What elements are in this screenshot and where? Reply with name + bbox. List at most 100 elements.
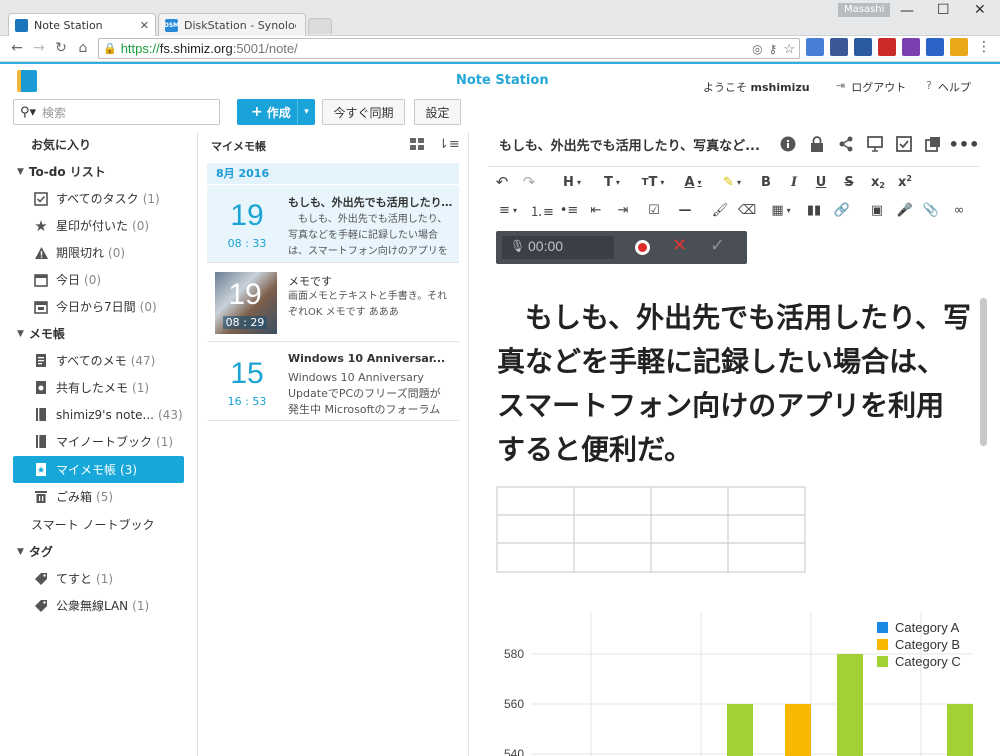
share-icon[interactable] [836, 134, 856, 154]
collapse-caret-icon[interactable]: ▼ [17, 547, 24, 557]
subscript-icon[interactable]: x2 [868, 172, 888, 192]
table-icon[interactable]: ▦ ▾ [765, 200, 797, 220]
minimize-icon[interactable]: — [900, 3, 914, 19]
create-dropdown-icon[interactable]: ▾ [297, 99, 315, 125]
profile-badge[interactable]: Masashi [838, 3, 891, 17]
sidebar-section-tags[interactable]: ▼ タグ [0, 538, 198, 565]
forward-icon[interactable]: → [30, 40, 48, 56]
link-icon[interactable]: 🔗 [833, 200, 851, 220]
chrome-menu-icon[interactable]: ⋮ [977, 40, 991, 58]
note-body[interactable]: もしも、外出先でも活用したり、写 真などを手軽に記録したい場合は、 スマートフォ… [497, 296, 977, 472]
attachment-icon[interactable]: 📎 [922, 200, 940, 220]
sidebar-item-week[interactable]: 今日から7日間 (0) [0, 293, 198, 320]
lock-note-icon[interactable] [807, 134, 827, 154]
heading-icon[interactable]: H ▾ [557, 172, 587, 192]
indent-icon[interactable]: ⇥ [614, 200, 632, 220]
note-item[interactable]: 19 08 : 33 もしも、外出先でも活用したり、... もしも、外出先でも活… [207, 185, 459, 263]
popout-icon[interactable] [923, 134, 943, 154]
sidebar-section-notebooks[interactable]: ▼ メモ帳 [0, 320, 198, 347]
location-icon[interactable]: ◎ [752, 42, 762, 56]
reload-icon[interactable]: ↻ [52, 40, 70, 56]
redo-icon[interactable]: ↷ [520, 172, 538, 192]
collapse-caret-icon[interactable]: ▼ [17, 329, 24, 339]
horizontal-rule-icon[interactable]: — [675, 200, 695, 220]
tab-note-station[interactable]: Note Station ✕ [8, 13, 156, 36]
binoculars-icon[interactable]: ∞ [949, 200, 969, 220]
chart-icon[interactable]: ▮▮ [805, 200, 823, 220]
confirm-record-icon[interactable]: ✓ [710, 235, 725, 256]
editor-scrollbar[interactable] [980, 298, 987, 446]
maximize-icon[interactable]: ☐ [937, 2, 950, 18]
sidebar-section-todo[interactable]: ▼ To-do リスト [0, 158, 198, 185]
sidebar-item-shared[interactable]: 共有したメモ (1) [0, 374, 198, 401]
numbered-list-icon[interactable]: ⒈≡ [530, 200, 554, 220]
sidebar-item-today[interactable]: 今日 (0) [0, 266, 198, 293]
logout-link[interactable]: ⇥ ログアウト [836, 79, 906, 95]
address-bar[interactable]: 🔒 https:// fs.shimiz.org :5001/note/ ◎ ⚷… [98, 38, 800, 59]
view-toggle-icon[interactable] [410, 138, 425, 150]
back-icon[interactable]: ← [8, 40, 26, 56]
gmail-ext-icon[interactable] [878, 38, 896, 56]
close-tab-icon[interactable]: ✕ [140, 19, 149, 32]
clear-format-icon[interactable]: ⌫ [738, 200, 756, 220]
checklist-icon[interactable]: ☑ [645, 200, 663, 220]
sidebar-item-trash[interactable]: ごみ箱 (5) [0, 483, 198, 510]
superscript-icon[interactable]: x2 [895, 172, 915, 192]
underline-icon[interactable]: U [812, 172, 830, 192]
font-icon[interactable]: T ▾ [597, 172, 627, 192]
sidebar-item-smart-notebook[interactable]: スマート ノートブック [0, 511, 198, 538]
create-button[interactable]: + 作成 ▾ [237, 99, 315, 125]
font-size-icon[interactable]: T T ▾ [636, 172, 670, 192]
extension-ext-icon[interactable] [950, 38, 968, 56]
bookmark-ext-icon[interactable] [854, 38, 872, 56]
more-icon[interactable]: ••• [949, 134, 980, 154]
microphone-icon[interactable]: 🎤 [896, 200, 914, 220]
bookmark-star-icon[interactable]: ☆ [783, 41, 795, 57]
outdent-icon[interactable]: ⇤ [587, 200, 605, 220]
note-item[interactable]: 19 08 : 29 メモです 画面メモとテキストと手書き。それぞれOK メモで… [207, 264, 459, 342]
note-table[interactable] [496, 486, 808, 574]
new-tab-button[interactable] [308, 18, 332, 34]
image-icon[interactable]: ▣ [868, 200, 886, 220]
sidebar-item-tag-wifi[interactable]: 公衆無線LAN (1) [0, 592, 198, 619]
sort-icon[interactable]: ⇂≡ [438, 137, 460, 152]
record-button[interactable] [635, 240, 650, 255]
editor-note-title[interactable]: もしも、外出先でも活用したり、写真など... [499, 135, 764, 154]
facebook-ext-icon[interactable] [830, 38, 848, 56]
sidebar-item-overdue[interactable]: 期限切れ (0) [0, 239, 198, 266]
key-icon[interactable]: ⚷ [769, 42, 778, 56]
translate-ext-icon[interactable] [806, 38, 824, 56]
sidebar-item-notebook-shimiz9[interactable]: shimiz9's note... (43) [0, 401, 198, 428]
info-icon[interactable] [778, 134, 798, 154]
strikethrough-icon[interactable]: S [840, 172, 858, 192]
sidebar-item-favorites[interactable]: お気に入り [0, 131, 198, 158]
font-color-icon[interactable]: A ▾ [678, 172, 708, 192]
sidebar-item-all-tasks[interactable]: すべてのタスク (1) [0, 185, 198, 212]
sidebar-item-starred[interactable]: ★ 星印が付いた (0) [0, 212, 198, 239]
bold-icon[interactable]: B [757, 172, 775, 192]
cancel-record-icon[interactable]: ✕ [672, 235, 687, 256]
bullet-list-icon[interactable]: •≡ [560, 200, 579, 220]
sidebar-item-all-notes[interactable]: すべてのメモ (47) [0, 347, 198, 374]
tab-diskstation[interactable]: DSM DiskStation - Synology Di [158, 13, 306, 36]
sidebar-item-my-notebook[interactable]: マイノートブック (1) [0, 428, 198, 455]
help-link[interactable]: ? ヘルプ [926, 79, 971, 95]
save-ext-icon[interactable] [926, 38, 944, 56]
search-input[interactable]: ⚲▾ 検索 [13, 99, 220, 125]
presentation-icon[interactable] [865, 134, 885, 154]
format-painter-icon[interactable]: 🖌 [711, 200, 729, 220]
note-item[interactable]: 15 16 : 53 Windows 10 Anniversar... Wind… [207, 343, 459, 421]
onenote-ext-icon[interactable] [902, 38, 920, 56]
todo-check-icon[interactable] [894, 134, 914, 154]
italic-icon[interactable]: I [785, 172, 803, 192]
sidebar-item-tag-test[interactable]: てすと (1) [0, 565, 198, 592]
window-close-icon[interactable]: ✕ [974, 2, 986, 18]
sync-button[interactable]: 今すぐ同期 [322, 99, 405, 125]
align-icon[interactable]: ≡ ▾ [493, 200, 523, 220]
highlight-icon[interactable]: ✎ ▾ [717, 172, 747, 192]
collapse-caret-icon[interactable]: ▼ [17, 167, 24, 177]
settings-button[interactable]: 設定 [414, 99, 461, 125]
sidebar-item-my-memo[interactable]: マイメモ帳 (3) [13, 456, 184, 483]
home-icon[interactable]: ⌂ [74, 40, 92, 56]
undo-icon[interactable]: ↶ [493, 172, 511, 192]
